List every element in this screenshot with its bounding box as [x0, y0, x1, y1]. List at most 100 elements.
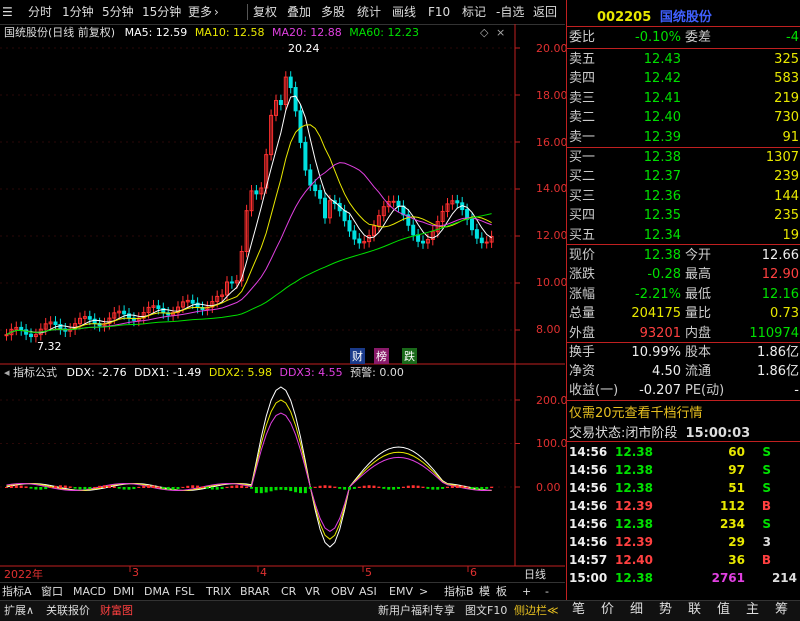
biaoji-button[interactable]: 标记 — [462, 3, 486, 21]
y-label: 20.00 — [536, 42, 568, 55]
indicator-tabs: 指标A 窗口 MACD DMI DMA FSL TRIX BRAR CR VR OBV ASI EMV >… — [0, 582, 565, 601]
candlesticks — [4, 71, 494, 343]
low-price-label: 7.32 — [37, 340, 62, 353]
finance-tag[interactable]: 财 — [350, 348, 365, 364]
sell-level-row[interactable]: 卖四 12.42 583 — [567, 69, 800, 89]
indicator-settings-icon[interactable]: ◂ — [4, 366, 13, 379]
zixuan-button[interactable]: -自选 — [496, 3, 524, 21]
huaxian-button[interactable]: 画线 — [392, 3, 416, 21]
indicator-tab[interactable]: - — [545, 584, 549, 600]
buy-level-row[interactable]: 买三 12.36 144 — [567, 187, 800, 207]
quote-panel: 002205 国统股份 委比 -0.10% 委差 -4 卖五 12.43 325 卖四… — [566, 0, 800, 600]
tab-more[interactable]: 更多 — [188, 3, 212, 21]
rank-tag[interactable]: 榜 — [374, 348, 389, 364]
quote-stat-row: 现价 12.38 今开 12.66 — [569, 248, 799, 263]
detail-tab[interactable]: 势 — [659, 602, 672, 618]
sell-level-row[interactable]: 卖一 12.39 91 — [567, 128, 800, 148]
indicator-tab[interactable]: 指标A — [2, 584, 32, 600]
y-label: 10.00 — [536, 276, 568, 289]
weibi-row: 委比 -0.10% 委差 -4 — [569, 30, 799, 45]
indicator-tab[interactable]: EMV — [389, 584, 413, 600]
indicator-name[interactable]: 指标公式 — [13, 366, 57, 379]
x-label: 4 — [260, 566, 267, 579]
indicator-tab[interactable]: MACD — [73, 584, 106, 600]
tab-1min[interactable]: 1分钟 — [62, 3, 94, 21]
ddx1-label: DDX1: -1.49 — [134, 366, 202, 379]
indicator-tab[interactable]: 窗口 — [41, 584, 63, 600]
sidebar-toggle[interactable]: 侧边栏≪ — [514, 603, 559, 619]
indicator-tab[interactable]: OBV — [331, 584, 354, 600]
tick-row: 14:56 12.38 97 S — [569, 463, 771, 477]
sell-level-row[interactable]: 卖二 12.40 730 — [567, 108, 800, 128]
indicator-tab[interactable]: FSL — [175, 584, 194, 600]
buy-level-row[interactable]: 买二 12.37 239 — [567, 167, 800, 187]
detail-tab[interactable]: 价 — [601, 602, 614, 618]
detail-tab[interactable]: 值 — [717, 602, 730, 618]
y-label: 16.00 — [536, 136, 568, 149]
x-label: 5 — [365, 566, 372, 579]
quote-stat-row: 总量 204175 量比 0.73 — [569, 306, 799, 322]
top-toolbar: ☰ 分时 1分钟 5分钟 15分钟 更多 › 复权 叠加 多股 统计 画线 F1… — [0, 0, 565, 25]
indicator-tab[interactable]: DMI — [113, 584, 134, 600]
alert-label: 预警: 0.00 — [350, 366, 404, 379]
sell-level-row[interactable]: 卖三 12.41 219 — [567, 89, 800, 109]
new-user-promo[interactable]: 新用户福利专享 — [378, 603, 455, 619]
back-button[interactable]: 返回 — [533, 3, 557, 21]
indicator-y-label: 0.00 — [536, 481, 561, 494]
tab-fenshi[interactable]: 分时 — [28, 3, 52, 21]
indicator-tab[interactable]: 板 — [496, 584, 507, 600]
indicator-tab[interactable]: TRIX — [206, 584, 231, 600]
y-label: 12.00 — [536, 229, 568, 242]
indicator-tab[interactable]: > — [419, 584, 428, 600]
indicator-tab[interactable]: DMA — [144, 584, 170, 600]
fuquan-button[interactable]: 复权 — [253, 3, 277, 21]
f10-button[interactable]: F10 — [428, 3, 450, 21]
tick-row: 14:56 12.39 29 3 — [569, 535, 771, 549]
fundamental-row: 净资 4.50 流通 1.86亿 — [569, 364, 799, 379]
indicator-tab[interactable]: + — [522, 584, 531, 600]
y-label: 14.00 — [536, 182, 568, 195]
indicator-tab[interactable]: ASI — [359, 584, 377, 600]
buy-level-row[interactable]: 买一 12.38 1307 — [567, 148, 800, 168]
x-label: 6 — [470, 566, 477, 579]
indicator-tab[interactable]: VR — [305, 584, 320, 600]
detail-tab[interactable]: 联 — [688, 602, 701, 618]
tick-row: 14:56 12.38 234 S — [569, 517, 771, 531]
related-quotes-button[interactable]: 关联报价 — [46, 603, 90, 619]
indicator-tab[interactable]: BRAR — [240, 584, 270, 600]
diejia-button[interactable]: 叠加 — [287, 3, 311, 21]
tick-row: 14:57 12.40 36 B — [569, 553, 771, 567]
trade-status: 交易状态:闭市阶段 15:00:03 — [569, 426, 751, 441]
wealth-chart-button[interactable]: 财富图 — [100, 603, 133, 619]
stock-code: 002205 — [597, 10, 652, 25]
expand-button[interactable]: 扩展∧ — [4, 603, 34, 619]
chevron-right-icon[interactable]: › — [214, 3, 219, 21]
promo-link[interactable]: 仅需20元查看千档行情 — [569, 402, 703, 421]
detail-tab[interactable]: 细 — [630, 602, 643, 618]
indicator-tab[interactable]: 指标B — [444, 584, 474, 600]
detail-tab[interactable]: 筹 — [775, 602, 788, 618]
indicator-y-label: 100.0 — [536, 437, 568, 450]
indicator-tab[interactable]: 模 — [479, 584, 490, 600]
duogu-button[interactable]: 多股 — [321, 3, 345, 21]
tab-15min[interactable]: 15分钟 — [142, 3, 181, 21]
menu-icon[interactable]: ☰ — [2, 3, 13, 21]
tab-5min[interactable]: 5分钟 — [102, 3, 134, 21]
tongji-button[interactable]: 统计 — [357, 3, 381, 21]
sell-level-row[interactable]: 卖五 12.43 325 — [567, 50, 800, 70]
period-label[interactable]: 日线 — [524, 566, 546, 582]
quote-stat-row: 涨跌 -0.28 最高 12.90 — [569, 267, 799, 283]
buy-level-row[interactable]: 买四 12.35 235 — [567, 206, 800, 226]
tick-row: 15:00 12.38 2761 214 — [569, 571, 797, 585]
stock-header: 002205 国统股份 — [597, 6, 712, 25]
detail-tab[interactable]: 主 — [746, 602, 759, 618]
quote-stat-row: 涨幅 -2.21% 最低 12.16 — [569, 286, 799, 302]
buy-level-row[interactable]: 买五 12.34 19 — [567, 226, 800, 246]
tick-row: 14:56 12.38 51 S — [569, 481, 771, 495]
quote-stat-row: 外盘 93201 内盘 110974 — [569, 325, 799, 341]
detail-tab[interactable]: 笔 — [572, 602, 585, 618]
indicator-tab[interactable]: CR — [281, 584, 296, 600]
ddx3-label: DDX3: 4.55 — [279, 366, 343, 379]
f10-graphic-button[interactable]: 图文F10 — [465, 603, 507, 619]
fall-tag[interactable]: 跌 — [402, 348, 417, 364]
